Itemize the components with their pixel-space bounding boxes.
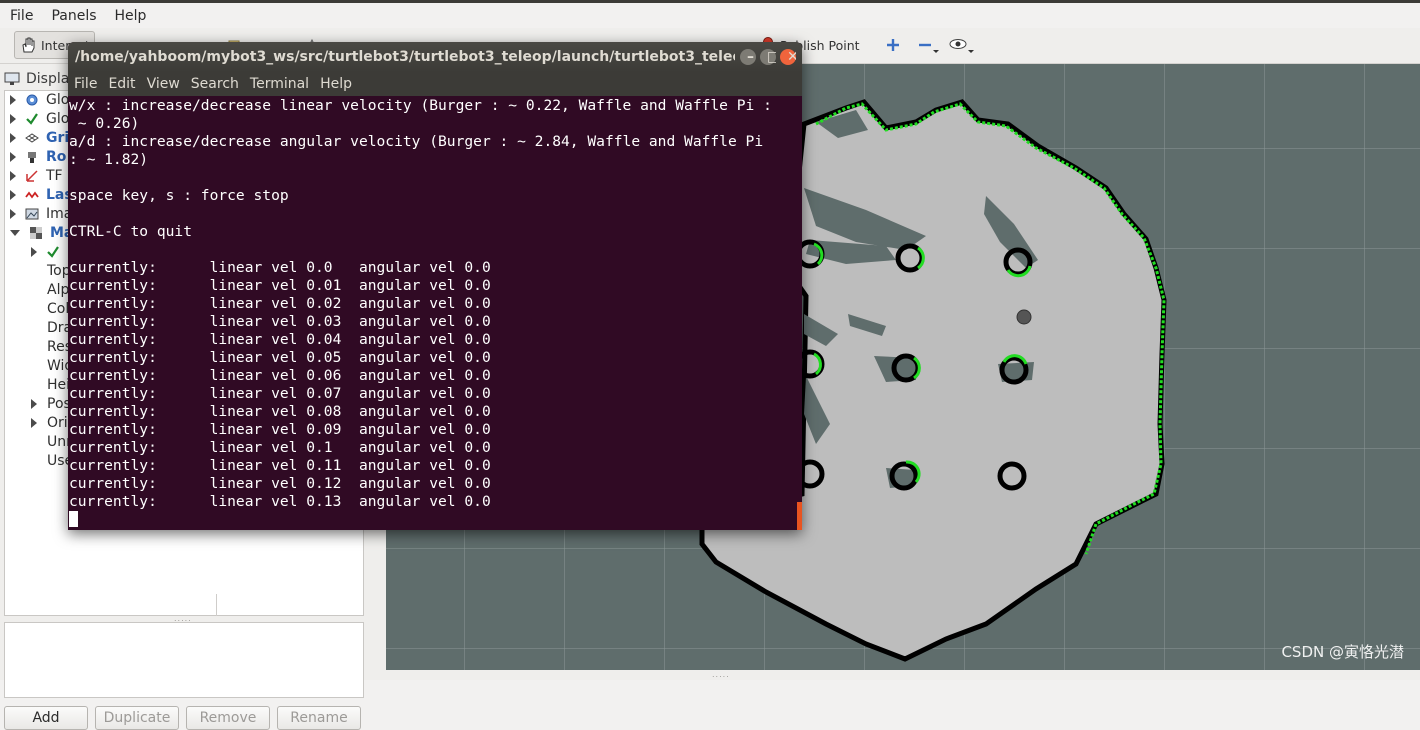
gear-icon (24, 92, 40, 108)
terminal-line: currently: linear vel 0.07 angular vel 0… (69, 385, 491, 402)
image-icon (24, 206, 40, 222)
expand-down-icon[interactable] (10, 230, 20, 236)
check-icon (24, 111, 40, 127)
rename-button[interactable]: Rename (277, 706, 361, 730)
column-divider (216, 594, 217, 616)
map-icon (28, 225, 44, 241)
minimize-icon: – (747, 50, 754, 64)
expand-right-icon[interactable] (10, 95, 16, 105)
tf-icon (24, 168, 40, 184)
terminal-output[interactable]: w/x : increase/decrease linear velocity … (68, 96, 802, 530)
terminal-title: /home/yahboom/mybot3_ws/src/turtlebot3/t… (75, 49, 735, 65)
terminal-menu-help[interactable]: Help (320, 76, 352, 92)
expand-right-icon[interactable] (31, 418, 37, 428)
map-property-label: Col (47, 301, 70, 317)
close-icon: ✕ (787, 50, 796, 64)
terminal-line: currently: linear vel 0.1 angular vel 0.… (69, 439, 491, 456)
description-box (4, 622, 364, 698)
terminal-menu-terminal[interactable]: Terminal (250, 76, 309, 92)
plus-icon (887, 39, 899, 51)
hand-icon (22, 37, 35, 53)
map-property-label: Alp (47, 282, 70, 298)
terminal-line: currently: linear vel 0.01 angular vel 0… (69, 277, 491, 294)
terminal-line: currently: linear vel 0.03 angular vel 0… (69, 313, 491, 330)
terminal-menubar: File Edit View Search Terminal Help (68, 72, 802, 96)
terminal-cursor (69, 511, 78, 527)
maximize-button[interactable]: □ (760, 49, 776, 65)
terminal-line: space key, s : force stop (69, 187, 289, 204)
check-icon[interactable] (45, 244, 61, 260)
terminal-titlebar[interactable]: /home/yahboom/mybot3_ws/src/turtlebot3/t… (68, 42, 802, 72)
terminal-menu-view[interactable]: View (147, 76, 180, 92)
menu-help[interactable]: Help (113, 8, 149, 24)
terminal-window[interactable]: /home/yahboom/mybot3_ws/src/turtlebot3/t… (68, 42, 802, 530)
expand-right-icon[interactable] (10, 171, 16, 181)
terminal-line: currently: linear vel 0.0 angular vel 0.… (69, 259, 491, 276)
expand-right-icon[interactable] (10, 114, 16, 124)
terminal-scrollbar[interactable] (797, 502, 802, 530)
terminal-line: CTRL-C to quit (69, 223, 193, 240)
terminal-line: currently: linear vel 0.12 angular vel 0… (69, 475, 491, 492)
expand-right-icon[interactable] (10, 209, 16, 219)
eye-icon (949, 39, 974, 53)
expand-right-icon[interactable] (10, 133, 16, 143)
displays-title: Displa (26, 71, 70, 87)
display-item-label: TF (46, 168, 63, 184)
laser-icon (24, 187, 40, 203)
maximize-icon: □ (767, 50, 776, 64)
display-item-label: Gri (46, 130, 70, 146)
display-item-label: Ro (46, 149, 67, 165)
minimize-button[interactable]: – (740, 49, 756, 65)
minus-icon (919, 43, 939, 53)
menu-panels[interactable]: Panels (49, 8, 98, 24)
watermark: CSDN @寅恪光潜 (1281, 643, 1404, 661)
terminal-line: ~ 0.26) (69, 115, 140, 132)
terminal-line: currently: linear vel 0.06 angular vel 0… (69, 367, 491, 384)
remove-button[interactable]: Remove (186, 706, 270, 730)
terminal-line: : ~ 1.82) (69, 151, 149, 168)
terminal-line: currently: linear vel 0.05 angular vel 0… (69, 349, 491, 366)
map-property-label: Hei (47, 377, 71, 393)
terminal-line: currently: linear vel 0.02 angular vel 0… (69, 295, 491, 312)
terminal-line: w/x : increase/decrease linear velocity … (69, 97, 772, 114)
display-item-label: Glo (46, 111, 70, 127)
duplicate-button[interactable]: Duplicate (95, 706, 179, 730)
expand-right-icon[interactable] (31, 247, 37, 257)
status-strip: ..... (372, 670, 1420, 680)
close-button[interactable]: ✕ (780, 49, 796, 65)
view-tool-button[interactable] (944, 31, 980, 59)
monitor-icon (4, 72, 20, 85)
robot-icon (24, 149, 40, 165)
menu-file[interactable]: File (8, 8, 35, 24)
terminal-menu-search[interactable]: Search (191, 76, 239, 92)
terminal-line: currently: linear vel 0.04 angular vel 0… (69, 331, 491, 348)
terminal-line: currently: linear vel 0.08 angular vel 0… (69, 403, 491, 420)
terminal-line: currently: linear vel 0.13 angular vel 0… (69, 493, 491, 510)
expand-right-icon[interactable] (10, 152, 16, 162)
remove-tool-button[interactable] (912, 31, 944, 59)
menu-bar: File Panels Help (0, 0, 1420, 28)
terminal-menu-file[interactable]: File (74, 76, 97, 92)
terminal-line: currently: linear vel 0.09 angular vel 0… (69, 421, 491, 438)
add-tool-button[interactable] (880, 31, 906, 59)
terminal-menu-edit[interactable]: Edit (108, 76, 135, 92)
robot-marker (1016, 309, 1032, 325)
expand-right-icon[interactable] (31, 399, 37, 409)
grid-icon (24, 130, 40, 146)
terminal-line: currently: linear vel 0.11 angular vel 0… (69, 457, 491, 474)
map-property-label: Ori (47, 415, 68, 431)
add-button[interactable]: Add (4, 706, 88, 730)
display-item-label: Glo (46, 92, 70, 108)
expand-right-icon[interactable] (10, 190, 16, 200)
terminal-line: a/d : increase/decrease angular velocity… (69, 133, 764, 150)
